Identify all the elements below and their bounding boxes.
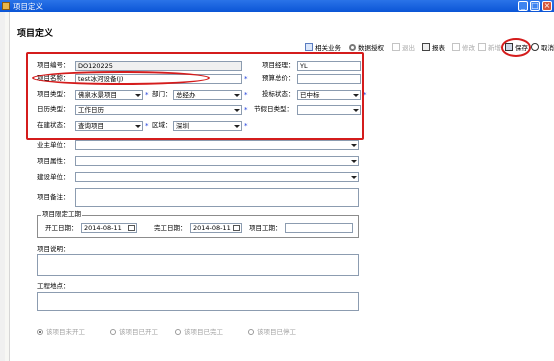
highlight-rectangle [26,52,364,140]
report-button[interactable]: 报表 [422,40,445,54]
chevron-down-icon [350,141,358,149]
status-radio-label: 该项目已完工 [184,328,223,336]
chevron-down-icon [350,173,358,181]
new-button[interactable]: 新增 [478,40,501,54]
start-date-picker[interactable]: 2014-08-11 [81,223,137,233]
minimize-button[interactable]: _ [518,1,528,11]
location-label: 工程地点： [37,282,70,290]
description-label: 项目说明： [37,245,70,253]
end-date-picker[interactable]: 2014-08-11 [190,223,242,233]
construction-unit-select[interactable] [75,172,359,182]
edit-icon [452,43,460,51]
related-icon [305,43,313,51]
app-icon [2,2,10,10]
schedule-legend: 项目限定工期 [41,210,82,219]
maximize-button[interactable]: □ [530,1,540,11]
start-date-label: 开工日期： [45,224,78,232]
location-textarea[interactable] [37,292,359,311]
end-date-label: 完工日期： [154,224,187,232]
description-textarea[interactable] [37,254,359,276]
close-button[interactable]: × [542,1,552,11]
status-radio-label: 该项目已开工 [119,328,158,336]
calendar-icon[interactable] [128,225,135,231]
duration-label: 项目工期： [249,224,282,232]
left-panel-strip [5,12,10,361]
status-radio-label: 该项目已停工 [257,328,296,336]
construction-unit-label: 建设单位： [37,173,70,181]
exit-icon [392,43,400,51]
status-radio-label: 该项目未开工 [46,328,85,336]
report-icon [422,43,430,51]
highlight-ellipse [32,71,210,85]
new-icon [478,43,486,51]
owner-unit-select[interactable] [75,140,359,150]
project-nature-label: 项目属性： [37,157,70,165]
key-icon [349,43,356,51]
remarks-textarea[interactable] [75,188,359,207]
chevron-down-icon [350,157,358,165]
window-title: 项目定义 [13,2,43,11]
owner-unit-label: 业主单位： [37,141,70,149]
calendar-icon[interactable] [233,225,240,231]
highlight-circle [501,38,531,57]
edit-button[interactable]: 修改 [452,40,475,54]
duration-field[interactable] [285,223,353,233]
remarks-label: 项目备注： [37,193,70,201]
project-nature-select[interactable] [75,156,359,166]
status-radio-started[interactable] [110,329,116,335]
exit-button[interactable]: 退出 [392,40,415,54]
status-radio-stopped[interactable] [248,329,254,335]
status-radio-completed[interactable] [175,329,181,335]
window-titlebar[interactable]: 项目定义 _ □ × [0,0,554,12]
form-title: 项目定义 [17,29,54,39]
status-radio-not-started[interactable] [37,329,43,335]
cancel-button[interactable]: 取消 [531,40,554,54]
cancel-icon [531,43,539,51]
